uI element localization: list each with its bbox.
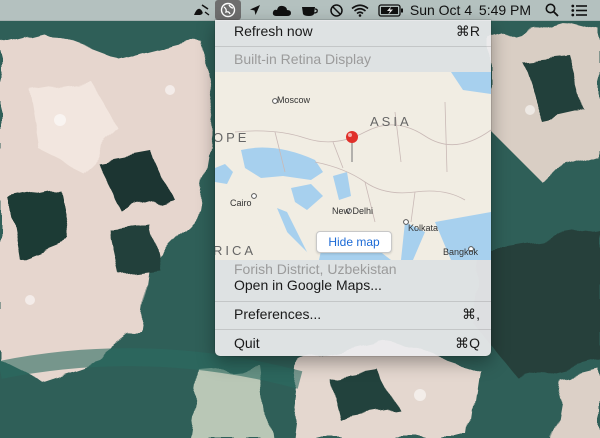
list-icon[interactable] xyxy=(568,0,590,20)
separator xyxy=(215,46,491,47)
separator xyxy=(215,329,491,330)
app-dropdown-menu: Refresh now ⌘R Built-in Retina Display M… xyxy=(215,20,491,356)
location-map[interactable]: Moscow Cairo New Delhi Kolkata Bangkok O… xyxy=(215,72,491,260)
menubar-time[interactable]: 5:49 PM xyxy=(476,0,534,20)
display-header-label: Built-in Retina Display xyxy=(234,51,371,67)
map-label-new-delhi: New Delhi xyxy=(332,206,373,216)
battery-charging-icon[interactable] xyxy=(377,0,405,20)
menu-bar: Sun Oct 4 5:49 PM xyxy=(0,0,600,21)
preferences-label: Preferences... xyxy=(234,306,322,322)
map-region-asia: ASIA xyxy=(370,114,412,129)
quit-label: Quit xyxy=(234,335,260,351)
map-label-kolkata: Kolkata xyxy=(408,223,438,233)
map-label-moscow: Moscow xyxy=(277,95,311,105)
coffee-cup-icon[interactable] xyxy=(299,0,321,20)
menubar-date[interactable]: Sun Oct 4 xyxy=(409,0,473,20)
quit-menu-item[interactable]: Quit ⌘Q xyxy=(215,332,491,354)
refresh-shortcut: ⌘R xyxy=(455,22,480,39)
display-header: Built-in Retina Display xyxy=(215,48,491,70)
map-label-cairo: Cairo xyxy=(230,198,252,208)
separator xyxy=(215,301,491,302)
refresh-now-label: Refresh now xyxy=(234,23,313,39)
search-icon[interactable] xyxy=(542,0,562,20)
open-google-maps-label: Open in Google Maps... xyxy=(234,277,382,293)
map-region-ope: OPE xyxy=(215,130,249,145)
sync-icon[interactable] xyxy=(326,0,346,20)
map-region-rica: RICA xyxy=(215,243,256,258)
app-globe-icon[interactable] xyxy=(215,0,241,20)
wifi-icon[interactable] xyxy=(348,0,372,20)
preferences-shortcut: ⌘, xyxy=(462,305,480,322)
location-arrow-icon[interactable] xyxy=(246,0,264,20)
quit-shortcut: ⌘Q xyxy=(455,334,480,351)
cloud-icon[interactable] xyxy=(270,0,294,20)
hide-map-button[interactable]: Hide map xyxy=(316,231,392,253)
map-label-bangkok: Bangkok xyxy=(443,247,479,257)
open-google-maps-menu-item[interactable]: Open in Google Maps... xyxy=(215,274,491,296)
preferences-menu-item[interactable]: Preferences... ⌘, xyxy=(215,303,491,325)
refresh-now-menu-item[interactable]: Refresh now ⌘R xyxy=(215,20,491,42)
brush-icon[interactable] xyxy=(190,0,212,20)
